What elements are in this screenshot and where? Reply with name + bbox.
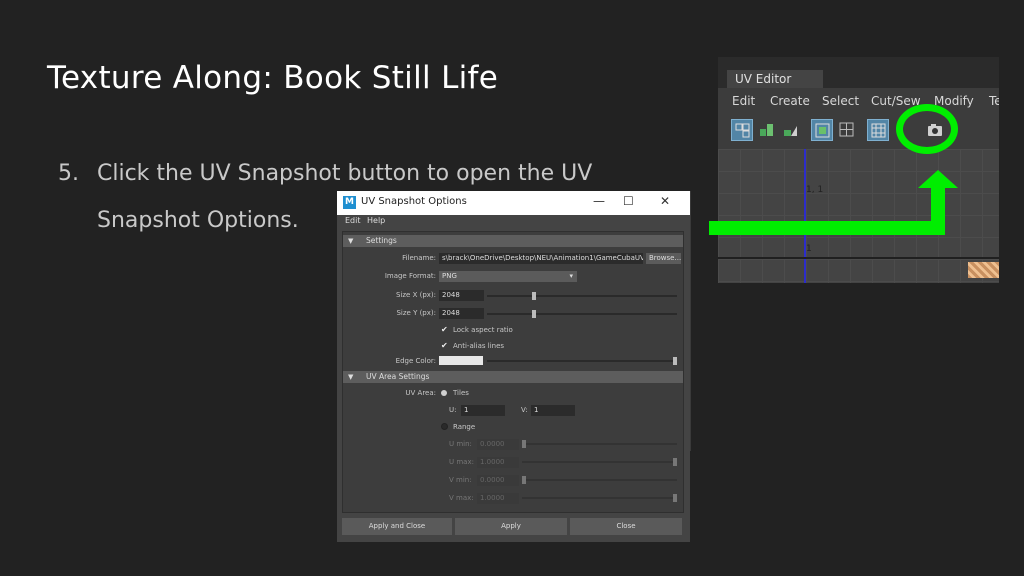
uv-area-section-header[interactable]: ▼ UV Area Settings [343, 371, 683, 383]
range-radio[interactable] [441, 423, 448, 430]
menu-create[interactable]: Create [770, 91, 810, 111]
uv-coord-label-top: 1, 1 [806, 185, 824, 195]
apply-button[interactable]: Apply [455, 518, 567, 535]
u-input[interactable]: 1 [461, 405, 505, 416]
u-min-input[interactable]: 0.0000 [477, 439, 519, 450]
arrow-up-icon [918, 170, 958, 188]
maya-app-icon: M [343, 196, 356, 209]
close-button[interactable]: Close [570, 518, 682, 535]
grid-display-button[interactable] [836, 119, 858, 141]
dropdown-arrow-icon: ▾ [569, 272, 573, 280]
u-max-input[interactable]: 1.0000 [477, 457, 519, 468]
frame-icon [815, 123, 830, 138]
texture-preview-corner [968, 262, 999, 278]
lock-aspect-label: Lock aspect ratio [453, 326, 513, 334]
size-x-slider[interactable] [487, 295, 677, 297]
browse-button[interactable]: Browse... [646, 253, 681, 264]
maximize-icon[interactable]: ☐ [623, 194, 634, 208]
image-format-value: PNG [442, 272, 457, 280]
arrow-shaft-vertical [931, 185, 945, 235]
range-label: Range [453, 423, 476, 431]
dialog-titlebar[interactable]: M UV Snapshot Options — ☐ ✕ [337, 191, 690, 215]
dialog-menubar: Edit Help [337, 215, 690, 229]
uv-editor-menubar: Edit Create Select Cut/Sew Modify Te [724, 91, 999, 111]
v-input[interactable]: 1 [531, 405, 575, 416]
uv-edge-select-button[interactable] [780, 119, 802, 141]
anti-alias-label: Anti-alias lines [453, 342, 505, 350]
menu-select[interactable]: Select [822, 91, 859, 111]
u-min-slider[interactable] [522, 443, 677, 445]
green-blocks-icon [760, 124, 773, 136]
filename-input[interactable]: s\brack\OneDrive\Desktop\NEU\Animation1\… [439, 253, 643, 264]
dialog-menu-help[interactable]: Help [367, 216, 385, 225]
checker-grid-icon [871, 123, 886, 138]
v-label: V: [521, 406, 528, 414]
v-min-slider-handle[interactable] [522, 476, 526, 484]
size-x-label: Size X (px): [395, 291, 436, 299]
menu-edit[interactable]: Edit [732, 91, 755, 111]
uv-area-label: UV Area: [405, 389, 436, 397]
collapse-triangle-icon: ▼ [348, 373, 354, 381]
filename-label: Filename: [402, 254, 436, 262]
collapse-triangle-icon: ▼ [348, 237, 354, 245]
tiles-label: Tiles [453, 389, 469, 397]
grid-icon [839, 122, 854, 137]
edge-color-slider[interactable] [487, 360, 677, 362]
shape-blocks-icon [784, 126, 797, 136]
uv-axis-u [718, 257, 999, 259]
u-max-label: U max: [449, 458, 474, 466]
u-label: U: [449, 406, 457, 414]
v-max-slider[interactable] [522, 497, 677, 499]
v-max-input[interactable]: 1.0000 [477, 493, 519, 504]
uv-area-header-label: UV Area Settings [366, 372, 430, 381]
lock-aspect-checkbox[interactable]: ✔ [441, 326, 449, 334]
tiles-radio[interactable] [441, 390, 447, 396]
size-x-slider-handle[interactable] [532, 292, 536, 300]
uv-snapshot-dialog: M UV Snapshot Options — ☐ ✕ Edit Help ▼ … [337, 191, 690, 542]
edge-color-swatch[interactable] [439, 356, 483, 365]
dialog-menu-edit[interactable]: Edit [345, 216, 361, 225]
frame-all-button[interactable] [811, 119, 833, 141]
v-min-input[interactable]: 0.0000 [477, 475, 519, 486]
uv-axis-v [804, 149, 806, 283]
size-x-input[interactable]: 2048 [439, 290, 484, 301]
size-y-input[interactable]: 2048 [439, 308, 484, 319]
size-y-slider[interactable] [487, 313, 677, 315]
v-max-label: V max: [449, 494, 474, 502]
settings-section-header[interactable]: ▼ Settings [343, 235, 683, 247]
edge-color-label: Edge Color: [395, 357, 436, 365]
tab-uv-editor[interactable]: UV Editor [727, 70, 823, 88]
minimize-icon[interactable]: — [593, 194, 605, 208]
step-number: 5. [58, 161, 79, 186]
arrow-shaft-horizontal [709, 221, 945, 235]
edge-color-slider-handle[interactable] [673, 357, 677, 365]
apply-and-close-button[interactable]: Apply and Close [342, 518, 452, 535]
grid-select-icon [735, 123, 750, 138]
size-y-label: Size Y (px): [396, 309, 436, 317]
size-y-slider-handle[interactable] [532, 310, 536, 318]
checker-display-button[interactable] [867, 119, 889, 141]
uv-coord-label-bottom: 1 [806, 244, 812, 254]
v-max-slider-handle[interactable] [673, 494, 677, 502]
u-min-slider-handle[interactable] [522, 440, 526, 448]
dialog-title: UV Snapshot Options [361, 196, 467, 207]
v-min-label: V min: [449, 476, 472, 484]
uv-editor-tabbar: UV Editor [718, 57, 999, 88]
highlight-circle [896, 104, 958, 154]
anti-alias-checkbox[interactable]: ✔ [441, 342, 449, 350]
image-format-label: Image Format: [384, 272, 436, 280]
menu-te[interactable]: Te [989, 91, 999, 111]
close-icon[interactable]: ✕ [660, 194, 670, 208]
settings-header-label: Settings [366, 236, 397, 245]
uv-face-select-button[interactable] [756, 119, 778, 141]
u-max-slider-handle[interactable] [673, 458, 677, 466]
slide-title: Texture Along: Book Still Life [47, 60, 499, 96]
u-min-label: U min: [449, 440, 472, 448]
uv-shell-select-button[interactable] [731, 119, 753, 141]
u-max-slider[interactable] [522, 461, 677, 463]
image-format-select[interactable]: PNG ▾ [439, 271, 577, 282]
v-min-slider[interactable] [522, 479, 677, 481]
dialog-body: ▼ Settings Filename: s\brack\OneDrive\De… [342, 231, 684, 513]
